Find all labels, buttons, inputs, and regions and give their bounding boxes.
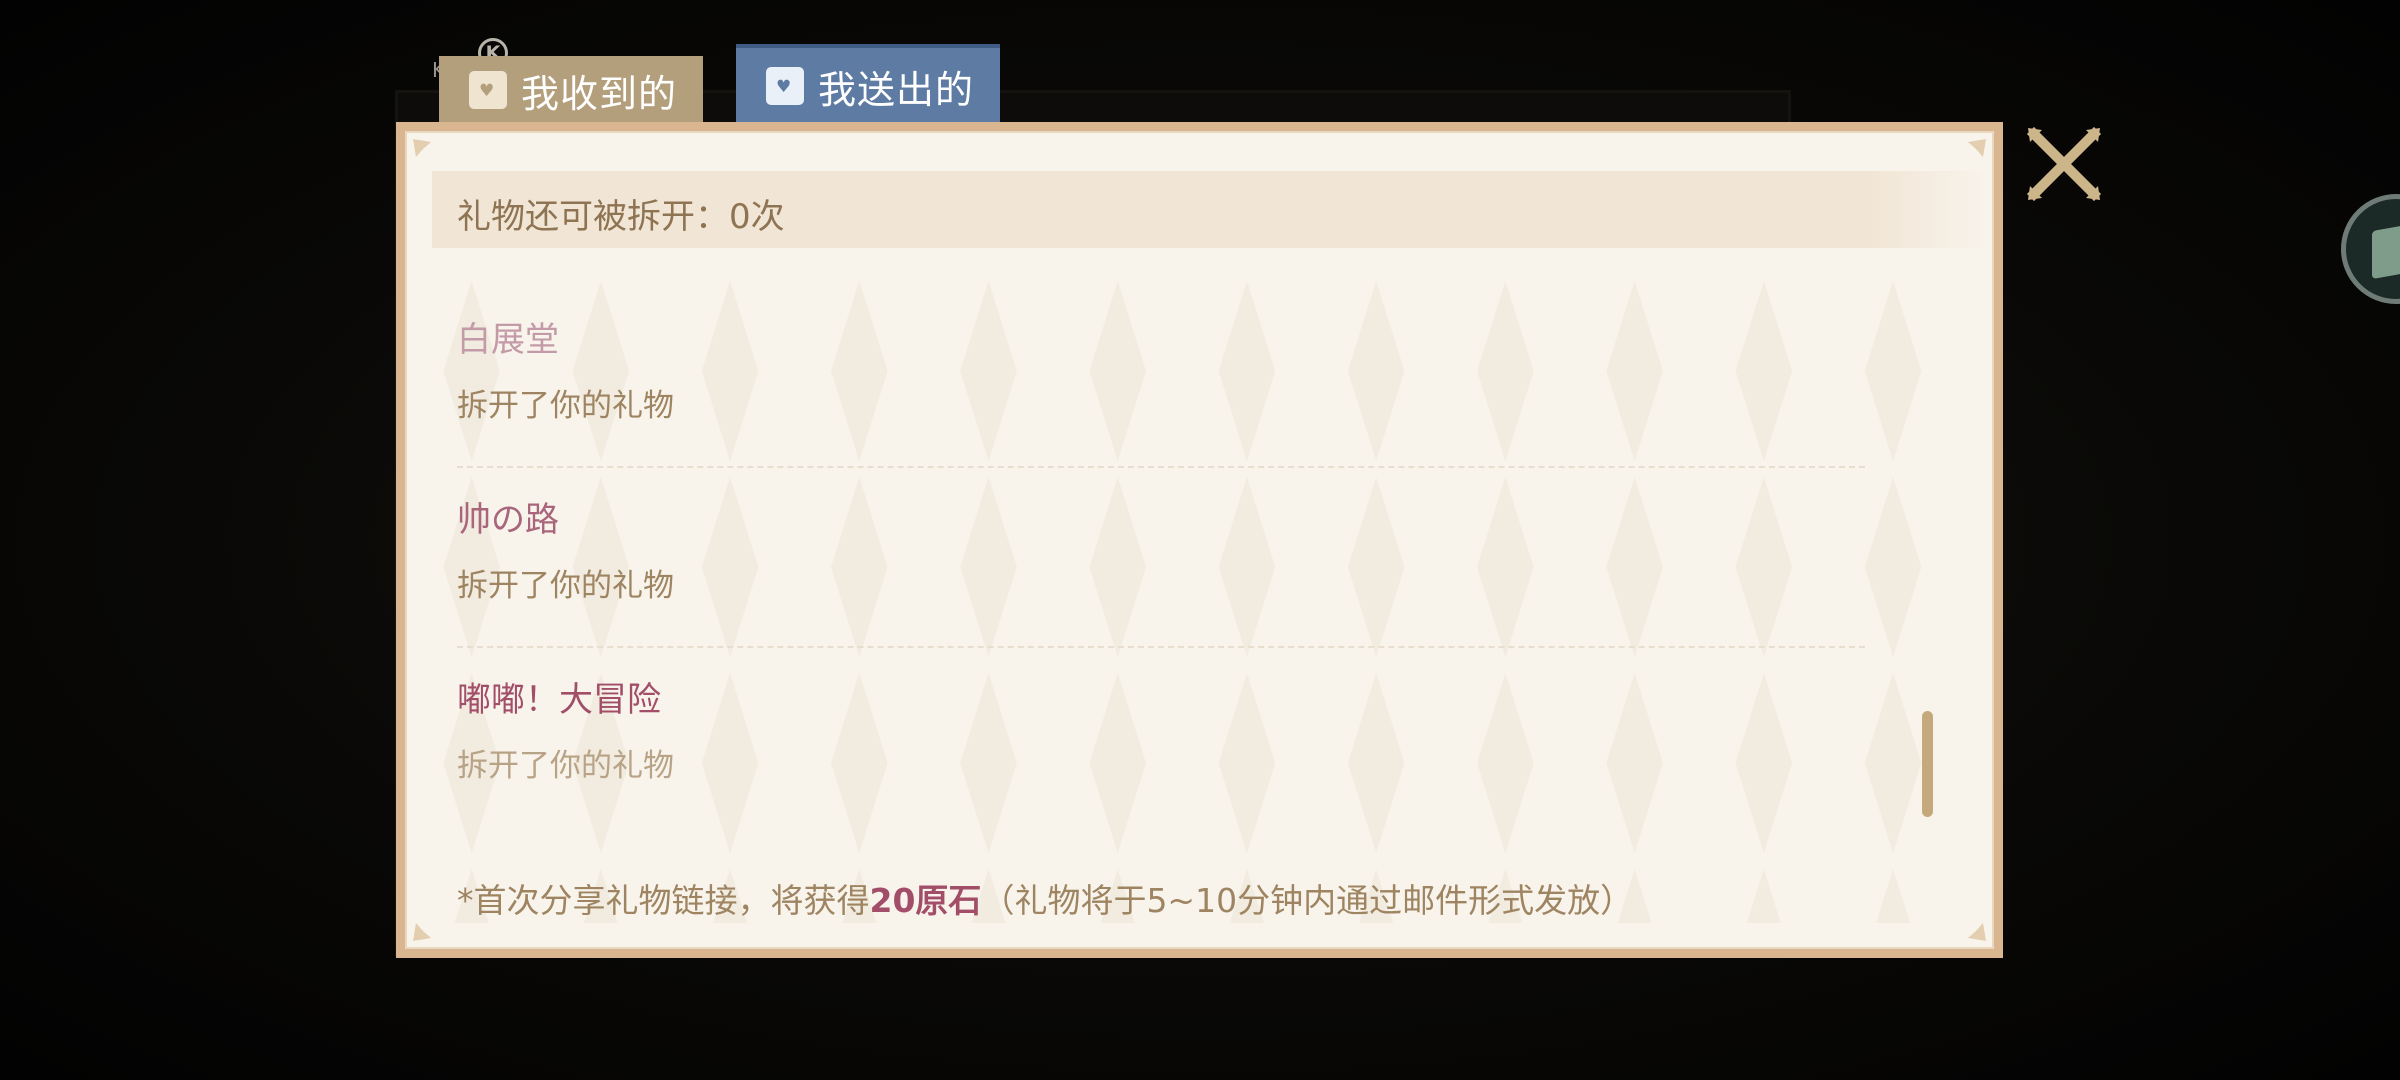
share-reward-note: *首次分享礼物链接，将获得20原石（礼物将于5~10分钟内通过邮件形式发放）	[457, 874, 1633, 922]
record-action: 拆开了你的礼物	[457, 388, 674, 424]
book-icon	[2372, 222, 2400, 280]
divider	[457, 646, 1865, 648]
tab-sent-label: 我送出的	[818, 67, 975, 112]
envelope-heart-icon: ♥	[469, 71, 507, 109]
tab-received-label: 我收到的	[521, 71, 678, 116]
corner-ornament	[411, 917, 437, 943]
gift-record-panel: 礼物还可被拆开：0次 白展堂 拆开了你的礼物 帅の路 拆开了你的礼物 嘟嘟！大冒…	[396, 122, 2003, 958]
tab-received[interactable]: ♥ 我收到的	[439, 56, 703, 124]
list-item: 白展堂 拆开了你的礼物	[457, 300, 1865, 480]
remaining-opens-notice: 礼物还可被拆开：0次	[457, 197, 785, 237]
corner-ornament	[1962, 137, 1988, 163]
list-item: 嘟嘟！大冒险 拆开了你的礼物	[457, 660, 1865, 840]
reward-amount: 20原石	[869, 881, 982, 920]
share-note-suffix: （礼物将于5~10分钟内通过邮件形式发放）	[981, 881, 1634, 920]
list-item: 帅の路 拆开了你的礼物	[457, 480, 1865, 660]
player-name: 帅の路	[457, 500, 559, 540]
gift-record-list[interactable]: 白展堂 拆开了你的礼物 帅の路 拆开了你的礼物 嘟嘟！大冒险 拆开了你的礼物	[457, 300, 1865, 840]
record-action: 拆开了你的礼物	[457, 568, 674, 604]
corner-ornament	[1962, 917, 1988, 943]
close-x-icon	[2026, 126, 2102, 202]
share-note-prefix: *首次分享礼物链接，将获得	[457, 881, 870, 920]
envelope-heart-icon: ♥	[766, 67, 804, 105]
player-name: 嘟嘟！大冒险	[457, 680, 661, 720]
record-action: 拆开了你的礼物	[457, 748, 674, 784]
panel-content: 礼物还可被拆开：0次 白展堂 拆开了你的礼物 帅の路 拆开了你的礼物 嘟嘟！大冒…	[405, 131, 1994, 949]
corner-ornament	[411, 137, 437, 163]
close-button[interactable]	[2022, 122, 2106, 206]
divider	[457, 466, 1865, 468]
list-scrollbar[interactable]	[1922, 711, 1933, 817]
tab-sent[interactable]: ♥ 我送出的	[736, 44, 1000, 124]
player-name: 白展堂	[457, 320, 559, 360]
